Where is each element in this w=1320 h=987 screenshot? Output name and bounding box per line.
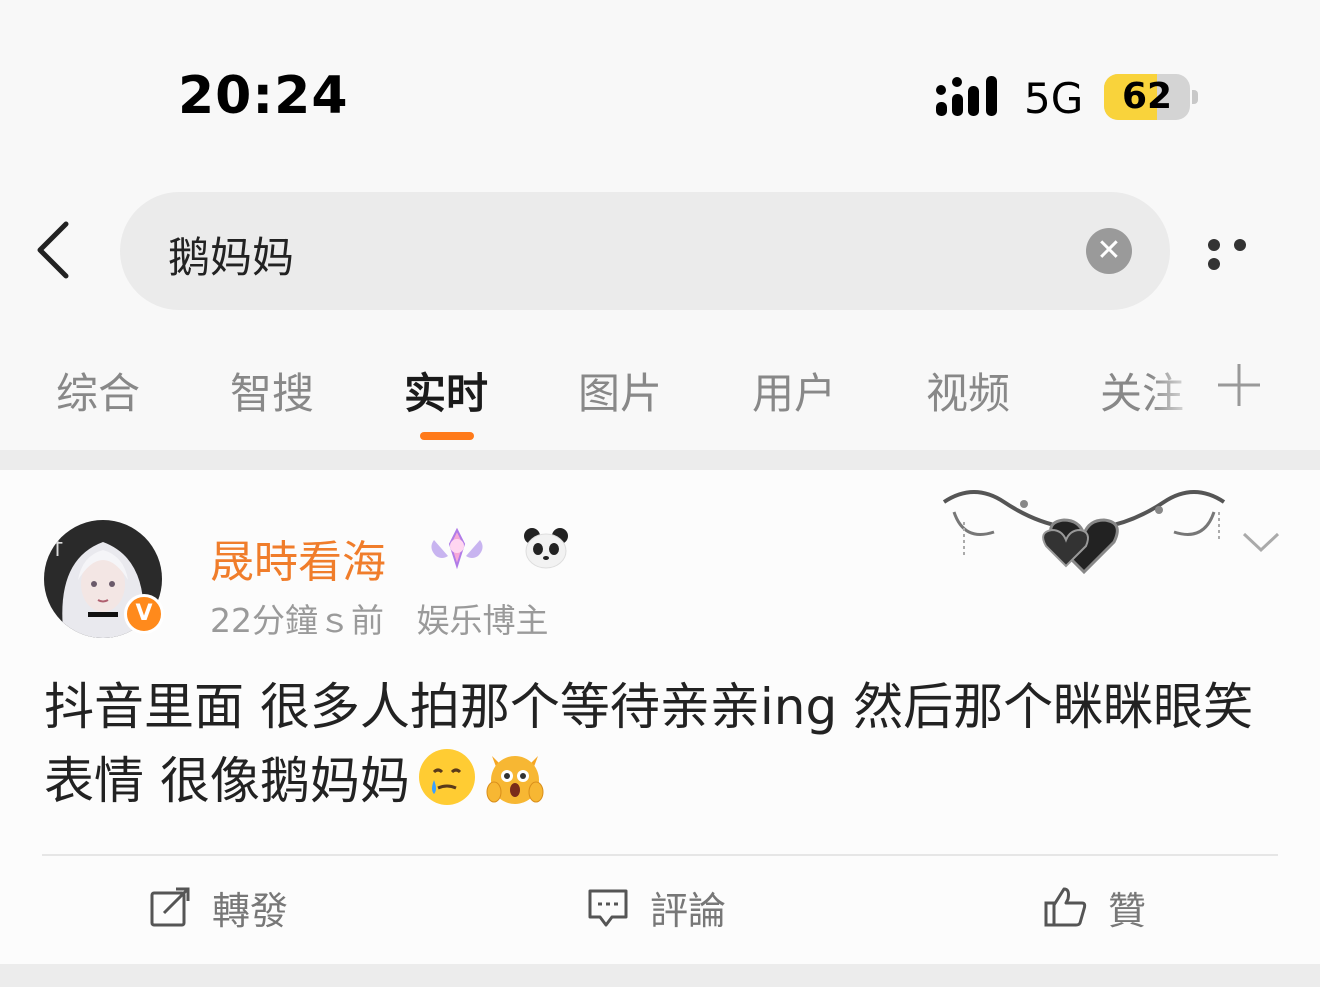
- weibo-search-page: 20:24 5G 62 鹅妈妈 ✕ 综合 智搜 实时 图片 用户 视频 关注 †…: [0, 0, 1320, 987]
- status-time: 20:24: [178, 66, 349, 126]
- tab-users[interactable]: 用户: [752, 360, 836, 421]
- winged-medal-icon: [431, 527, 483, 570]
- plus-icon[interactable]: [1212, 358, 1266, 412]
- chevron-left-icon[interactable]: [30, 218, 80, 282]
- repost-button[interactable]: 轉發: [148, 882, 289, 933]
- thumbs-up-icon: [1044, 887, 1087, 927]
- tab-comprehensive[interactable]: 综合: [56, 360, 140, 421]
- comment-icon: [588, 889, 628, 927]
- active-tab-indicator: [420, 432, 474, 440]
- tab-smart-search[interactable]: 智搜: [230, 360, 314, 421]
- card-divider: [42, 854, 1278, 856]
- status-bar: 20:24 5G 62: [0, 0, 1320, 170]
- like-label: 贊: [1108, 888, 1147, 933]
- post-card[interactable]: † V 晟時看海 22分鐘ｓ前 娱乐博主 抖音里面 很多人拍那个等待亲亲ing …: [0, 470, 1320, 964]
- chevron-down-icon[interactable]: [1240, 526, 1282, 556]
- search-header: 鹅妈妈 ✕: [0, 170, 1320, 330]
- user-tag: 娱乐博主: [416, 601, 549, 640]
- comment-label: 評論: [650, 888, 727, 933]
- close-circle-icon[interactable]: ✕: [1086, 228, 1132, 274]
- tab-images[interactable]: 图片: [578, 360, 662, 421]
- post-body: 抖音里面 很多人拍那个等待亲亲ing 然后那个眯眯眼笑表情 很像鹅妈妈: [44, 670, 1284, 818]
- post-time: 22分鐘ｓ前: [210, 601, 384, 640]
- battery-cap: [1192, 90, 1198, 104]
- repost-icon: [150, 887, 190, 927]
- tab-videos[interactable]: 视频: [926, 360, 1010, 421]
- result-tabs: 综合 智搜 实时 图片 用户 视频 关注: [0, 330, 1320, 450]
- verified-badge: V: [124, 594, 164, 634]
- battery-icon: 62: [1104, 74, 1190, 120]
- battery-level: 62: [1121, 76, 1173, 117]
- bottom-divider: [0, 964, 1320, 987]
- network-type: 5G: [1024, 74, 1084, 123]
- face-holding-back-tears-emoji: [418, 749, 475, 805]
- more-dots-icon[interactable]: [1208, 236, 1278, 270]
- heart-ornament-icon: [942, 490, 1226, 575]
- tab-realtime[interactable]: 实时: [404, 360, 488, 421]
- svg-text:†: †: [52, 535, 63, 560]
- search-query: 鹅妈妈: [168, 233, 295, 282]
- tab-fade: [1150, 330, 1200, 450]
- username[interactable]: 晟時看海: [210, 526, 386, 590]
- post-text: 抖音里面 很多人拍那个等待亲亲ing 然后那个眯眯眼笑表情 很像鹅妈妈: [44, 678, 1254, 810]
- search-input[interactable]: 鹅妈妈 ✕: [120, 192, 1170, 310]
- comment-button[interactable]: 評論: [586, 882, 727, 933]
- like-button[interactable]: 贊: [1044, 882, 1147, 933]
- post-meta: 22分鐘ｓ前 娱乐博主: [210, 594, 571, 642]
- weary-cat-emoji: [486, 756, 544, 804]
- section-divider: [0, 450, 1320, 470]
- signal-icon: [936, 76, 997, 116]
- repost-label: 轉發: [212, 888, 289, 933]
- panda-icon: [524, 528, 568, 569]
